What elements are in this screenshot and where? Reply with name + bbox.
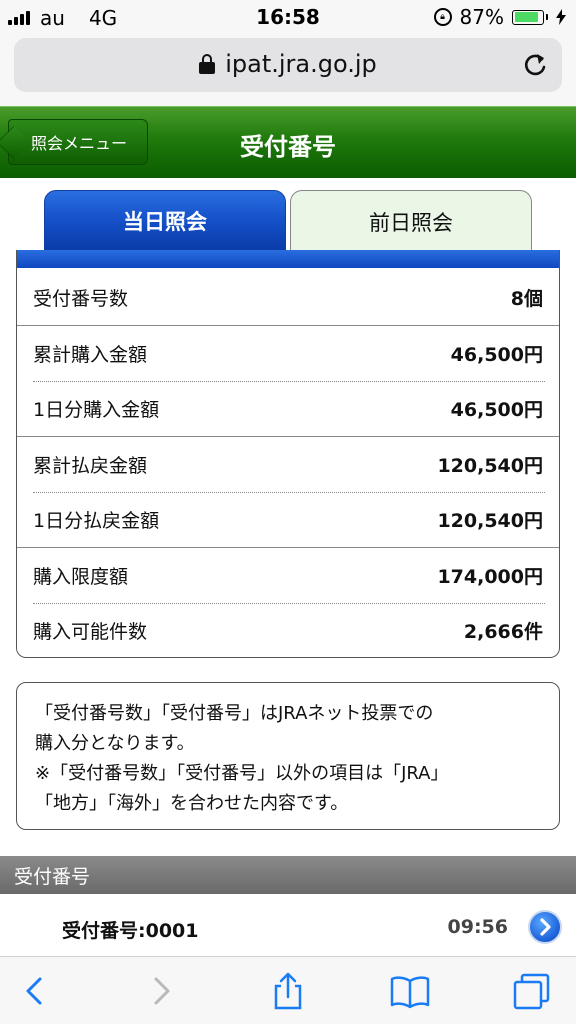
list-item[interactable]: 受付番号:0001 09:56	[0, 898, 576, 956]
browser-address-bar: ipat.jra.go.jp	[0, 34, 576, 106]
summary-card: 受付番号数 8個 累計購入金額 46,500円 1日分購入金額 46,500円 …	[16, 250, 560, 658]
row-value: 46,500円	[450, 344, 543, 366]
row-label: 受付番号数	[33, 288, 129, 310]
row-value: 8個	[510, 288, 543, 310]
url-text: ipat.jra.go.jp	[225, 50, 377, 78]
battery-icon	[512, 9, 548, 25]
row-value: 46,500円	[450, 399, 543, 421]
row-value: 120,540円	[437, 510, 543, 532]
row-label: 累計購入金額	[33, 344, 148, 366]
detail-chevron-button[interactable]	[528, 910, 562, 944]
tab-today[interactable]: 当日照会	[44, 190, 286, 252]
notice-line: ※「受付番号数」「受付番号」以外の項目は「JRA」	[35, 763, 449, 784]
url-field[interactable]: ipat.jra.go.jp	[14, 38, 562, 92]
summary-row: 累計購入金額 46,500円	[17, 326, 559, 381]
row-value: 174,000円	[437, 566, 543, 588]
summary-row: 1日分購入金額 46,500円	[17, 381, 559, 436]
tab-panel-strip	[17, 250, 559, 268]
page-header: 照会メニュー 受付番号	[0, 106, 576, 178]
row-label: 1日分購入金額	[33, 399, 160, 421]
summary-row: 受付番号数 8個	[17, 270, 559, 325]
row-label: 購入限度額	[33, 566, 129, 588]
section-header: 受付番号	[0, 856, 576, 894]
summary-row: 累計払戻金額 120,540円	[17, 437, 559, 492]
rotation-lock-icon: 🔒︎	[433, 8, 452, 26]
row-label: 1日分払戻金額	[33, 510, 160, 532]
notice-box: 「受付番号数」「受付番号」はJRAネット投票での 購入分となります。 ※「受付番…	[16, 682, 560, 830]
battery-percent: 87%	[459, 5, 504, 29]
reload-icon[interactable]	[520, 50, 550, 80]
back-arrow-icon[interactable]	[14, 971, 54, 1011]
summary-row: 1日分払戻金額 120,540円	[17, 492, 559, 547]
notice-line: 「受付番号数」「受付番号」はJRAネット投票での	[35, 703, 434, 724]
charging-bolt-icon	[556, 9, 566, 25]
chevron-right-icon	[540, 918, 551, 936]
section-title: 受付番号	[14, 865, 91, 888]
row-label: 購入可能件数	[33, 621, 148, 643]
share-icon[interactable]	[268, 971, 308, 1011]
row-value: 120,540円	[437, 455, 543, 477]
forward-arrow-icon[interactable]	[142, 971, 182, 1011]
notice-line: 「地方」「海外」を合わせた内容です。	[35, 793, 349, 814]
row-value: 2,666件	[463, 621, 543, 643]
tab-today-label: 当日照会	[123, 210, 207, 234]
tab-previous-day[interactable]: 前日照会	[290, 190, 532, 252]
receipt-number: 受付番号:0001	[62, 920, 199, 942]
bookmarks-icon[interactable]	[390, 971, 430, 1011]
tabs-icon[interactable]	[512, 971, 552, 1011]
status-bar: au 4G 16:58 🔒︎ 87%	[0, 0, 576, 34]
row-label: 累計払戻金額	[33, 455, 148, 477]
tab-previous-day-label: 前日照会	[369, 210, 453, 235]
inquiry-tabs: 当日照会 前日照会	[0, 190, 576, 252]
summary-row: 購入限度額 174,000円	[17, 548, 559, 603]
padlock-icon	[199, 54, 216, 74]
receipt-time: 09:56	[447, 916, 508, 938]
notice-line: 購入分となります。	[35, 733, 195, 754]
browser-toolbar	[0, 956, 576, 1024]
summary-row: 購入可能件数 2,666件	[17, 603, 559, 657]
page-title: 受付番号	[240, 133, 336, 161]
